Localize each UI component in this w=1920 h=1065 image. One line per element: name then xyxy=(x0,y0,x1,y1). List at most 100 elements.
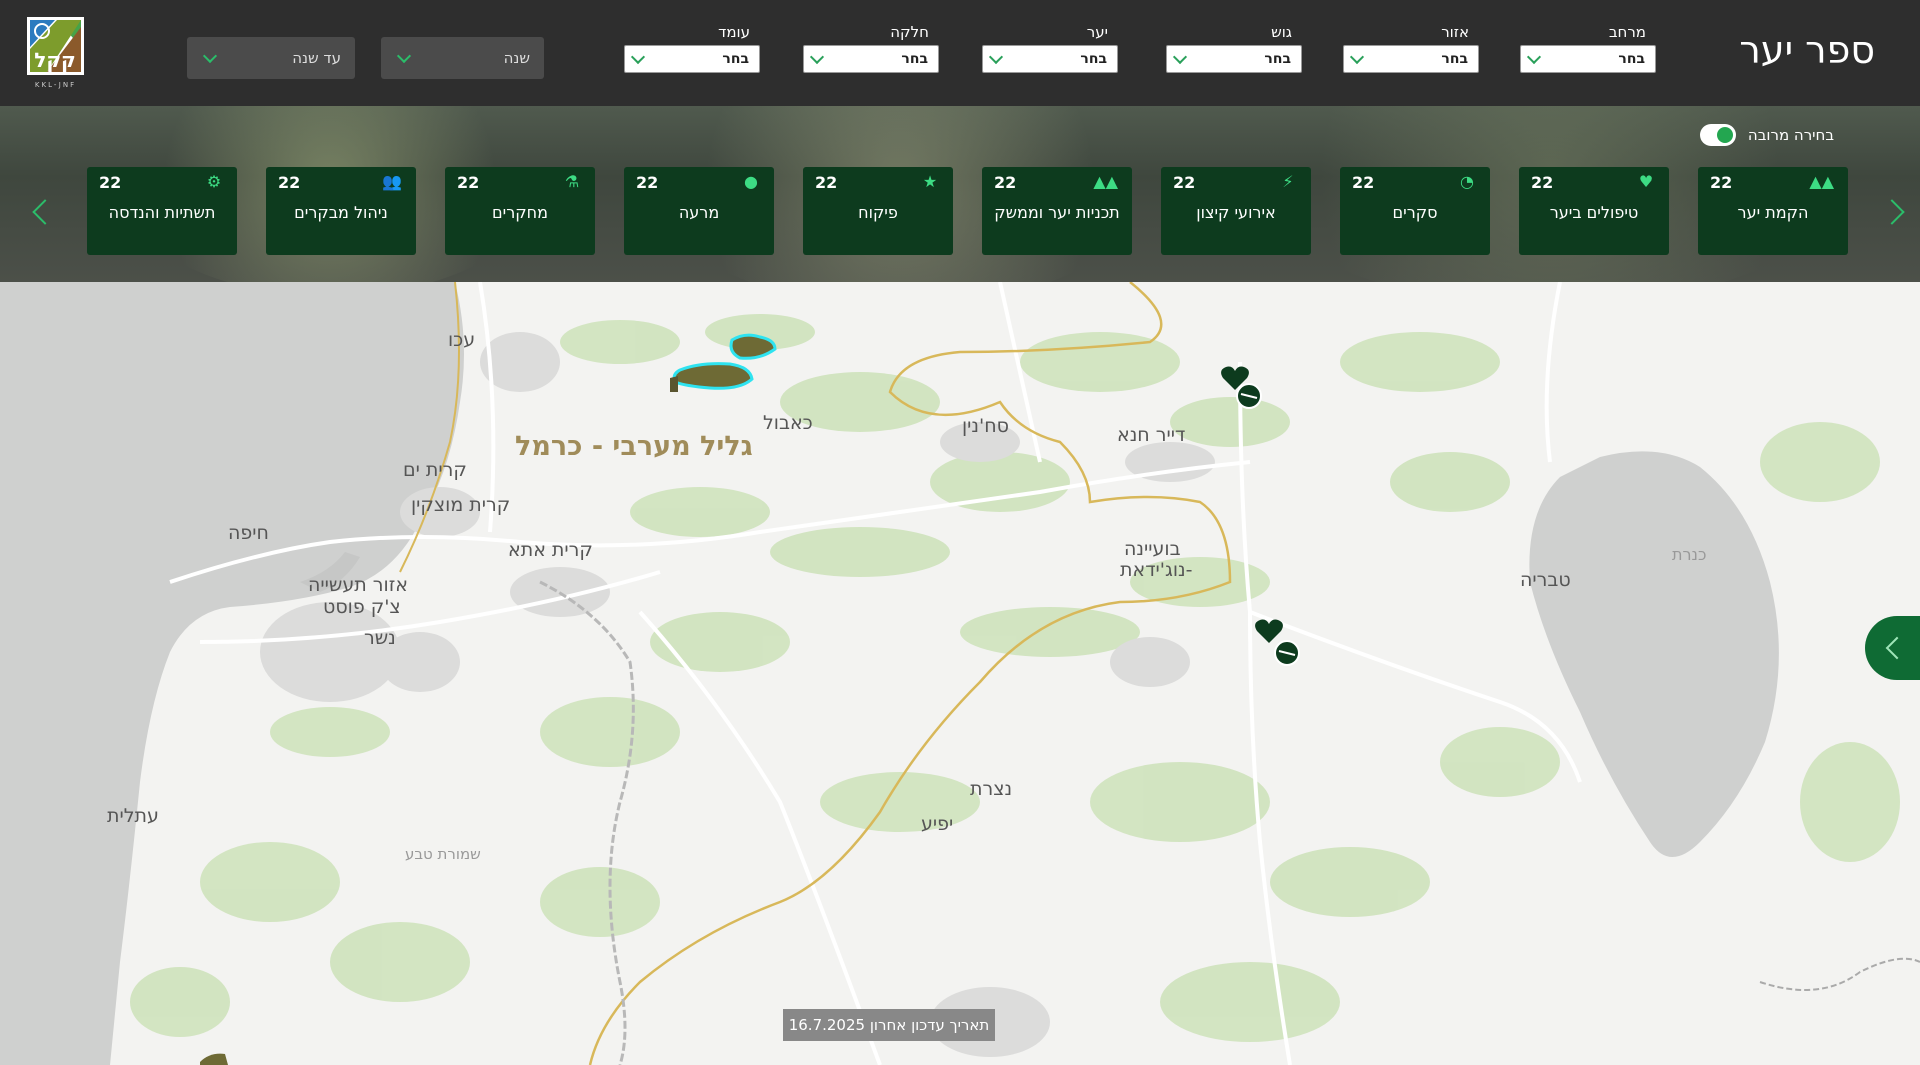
place-label: דייר חנא xyxy=(1117,424,1186,446)
place-label: אזור תעשייה xyxy=(308,574,408,596)
filter-label: חלקה xyxy=(890,23,929,41)
carousel-next-button[interactable] xyxy=(1872,172,1912,252)
card-count: 22 xyxy=(815,173,838,192)
merhav-select[interactable]: בחר xyxy=(1520,45,1656,73)
map-view[interactable]: עכו גליל מערבי - כרמל כאבול סח'נין דייר … xyxy=(0,282,1920,1065)
app-title: ספר יער xyxy=(1739,28,1875,72)
place-label: נצרת xyxy=(970,778,1013,800)
svg-text:קקל: קקל xyxy=(34,48,76,72)
category-card-forest-establishment[interactable]: 22 ▲▲ הקמת יער xyxy=(1698,167,1848,255)
card-count: 22 xyxy=(278,173,301,192)
filter-label: יער xyxy=(1086,23,1108,41)
ezor-select[interactable]: בחר xyxy=(1343,45,1479,73)
filter-label: גוש xyxy=(1271,23,1292,41)
people-icon: 👥 xyxy=(382,172,402,191)
multi-select-toggle[interactable] xyxy=(1699,124,1736,146)
gush-select[interactable]: בחר xyxy=(1166,45,1302,73)
year-from-placeholder: שנה xyxy=(503,49,530,67)
card-count: 22 xyxy=(636,173,659,192)
filter-merhav: מרחב בחר xyxy=(1520,22,1656,73)
place-label: חיפה xyxy=(228,522,269,544)
chevron-down-icon xyxy=(1172,49,1188,65)
yaar-select[interactable]: בחר xyxy=(982,45,1118,73)
filter-omed: עומד בחר xyxy=(624,22,760,73)
card-count: 22 xyxy=(457,173,480,192)
category-card-grazing[interactable]: 22 ● מרעה xyxy=(624,167,774,255)
carousel-prev-button[interactable] xyxy=(25,172,65,252)
logo-text: KKL-JNF xyxy=(34,81,77,89)
lightning-icon: ⚡ xyxy=(1282,172,1294,191)
card-label: טיפולים ביער xyxy=(1549,203,1639,222)
category-card-visitor-management[interactable]: 22 👥 ניהול מבקרים xyxy=(266,167,416,255)
card-count: 22 xyxy=(1352,173,1375,192)
trees-icon: ▲▲ xyxy=(1809,172,1834,191)
category-card-research[interactable]: 22 ⚗ מחקרים xyxy=(445,167,595,255)
map-canvas xyxy=(0,282,1920,1065)
place-label: עכו xyxy=(448,329,476,351)
survey-icon xyxy=(1274,640,1300,666)
year-from-select[interactable]: שנה xyxy=(381,37,544,79)
place-label: קרית אתא xyxy=(508,539,593,561)
place-label: כאבול xyxy=(763,412,813,434)
card-label: הקמת יער xyxy=(1737,203,1809,222)
kkl-logo-mark: קקל xyxy=(27,17,84,75)
category-band: בחירה מרובה 22 ▲▲ הקמת יער 22 ♥ טיפולים … xyxy=(0,106,1920,282)
card-label: תכניות יער וממשק xyxy=(994,203,1120,222)
card-label: ניהול מבקרים xyxy=(294,203,388,222)
star-icon: ★ xyxy=(922,172,938,191)
card-label: מחקרים xyxy=(492,203,548,222)
place-label: צ'ק פוסט xyxy=(323,596,401,618)
chevron-down-icon xyxy=(396,48,412,64)
cow-icon: ● xyxy=(744,172,758,191)
place-label: קרית ים xyxy=(403,459,467,481)
place-label: שמורת טבע xyxy=(405,845,481,863)
chevron-down-icon xyxy=(630,49,646,65)
place-label: -נוג'ידאת xyxy=(1120,559,1193,581)
category-card-extreme-events[interactable]: 22 ⚡ אירועי קיצון xyxy=(1161,167,1311,255)
survey-icon: ◔ xyxy=(1460,172,1474,191)
card-label: אירועי קיצון xyxy=(1196,203,1276,222)
place-label: עתלית xyxy=(107,805,159,827)
chevron-right-icon xyxy=(1879,199,1905,225)
last-update-label: תאריך עדכון אחרון 16.7.2025 xyxy=(783,1009,995,1041)
card-count: 22 xyxy=(1710,173,1733,192)
filter-gush: גוש בחר xyxy=(1166,22,1302,73)
multi-select-label: בחירה מרובה xyxy=(1747,126,1834,144)
card-label: מרעה xyxy=(678,203,720,222)
category-card-surveys[interactable]: 22 ◔ סקרים xyxy=(1340,167,1490,255)
place-label: טבריה xyxy=(1520,569,1571,591)
category-card-supervision[interactable]: 22 ★ פיקוח xyxy=(803,167,953,255)
filter-helka: חלקה בחר xyxy=(803,22,939,73)
place-label: נשר xyxy=(364,627,396,649)
chevron-down-icon xyxy=(1349,49,1365,65)
chevron-down-icon xyxy=(809,49,825,65)
card-label: תשתיות והנדסה xyxy=(108,203,216,222)
chevron-down-icon xyxy=(988,49,1004,65)
filter-ezor: אזור בחר xyxy=(1343,22,1479,73)
region-label: גליל מערבי - כרמל xyxy=(515,431,753,462)
filter-label: עומד xyxy=(718,23,750,41)
card-label: פיקוח xyxy=(858,203,898,222)
chevron-left-icon xyxy=(1885,636,1909,660)
place-label: סח'נין xyxy=(962,415,1009,437)
select-value: בחר xyxy=(722,51,749,67)
select-value: בחר xyxy=(1618,51,1645,67)
category-card-forest-treatments[interactable]: 22 ♥ טיפולים ביער xyxy=(1519,167,1669,255)
select-value: בחר xyxy=(901,51,928,67)
card-count: 22 xyxy=(1531,173,1554,192)
chevron-down-icon xyxy=(1526,49,1542,65)
card-count: 22 xyxy=(99,173,122,192)
filter-label: אזור xyxy=(1441,23,1469,41)
heart-icon: ♥ xyxy=(1638,172,1654,191)
category-card-infrastructure[interactable]: 22 ⚙ תשתיות והנדסה xyxy=(87,167,237,255)
card-count: 22 xyxy=(1173,173,1196,192)
kkl-logo[interactable]: קקל KKL-JNF xyxy=(27,17,84,92)
year-to-select[interactable]: עד שנה xyxy=(187,37,355,79)
category-card-forest-plans[interactable]: 22 ▲▲ תכניות יער וממשק xyxy=(982,167,1132,255)
card-label: סקרים xyxy=(1392,203,1438,222)
helka-select[interactable]: בחר xyxy=(803,45,939,73)
omed-select[interactable]: בחר xyxy=(624,45,760,73)
filter-yaar: יער בחר xyxy=(982,22,1118,73)
place-label: יפיע xyxy=(921,813,954,835)
side-panel-toggle[interactable] xyxy=(1865,616,1920,680)
